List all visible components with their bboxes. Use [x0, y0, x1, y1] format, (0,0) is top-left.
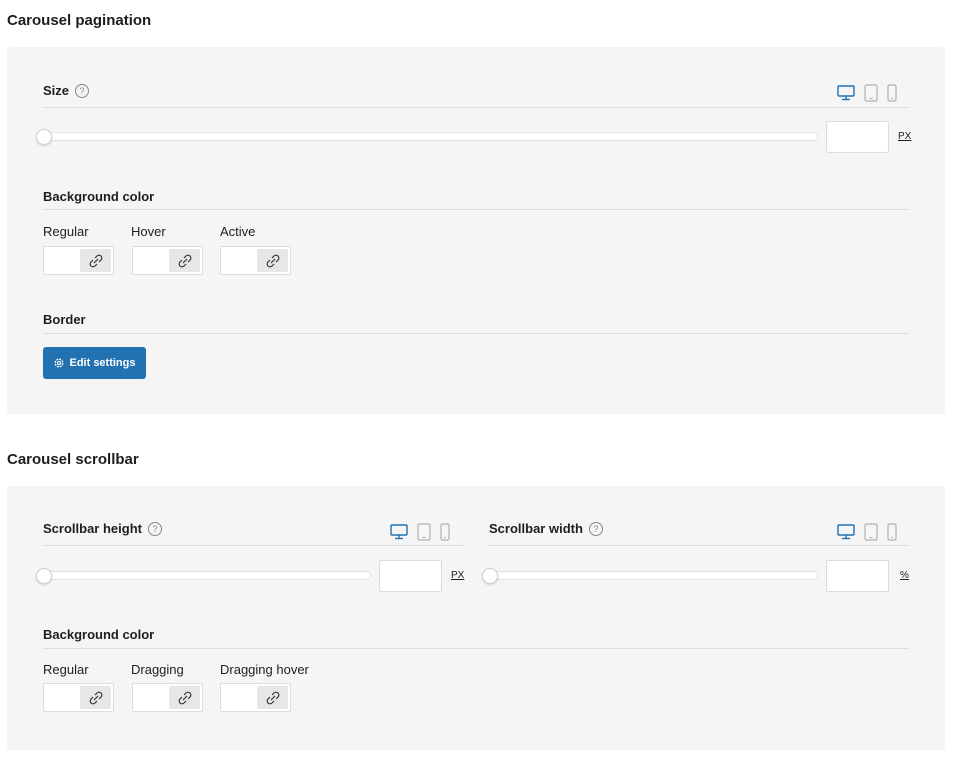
bg-dragging-hover-label: Dragging hover — [220, 662, 309, 677]
desktop-icon[interactable] — [837, 524, 855, 540]
tablet-icon[interactable] — [864, 523, 878, 541]
scrollbar-width-device-switcher — [837, 523, 897, 541]
size-label: Size ? — [43, 83, 90, 98]
scrollbar-height-input[interactable] — [379, 560, 442, 592]
gear-icon — [55, 358, 64, 368]
scrollbar-height-device-switcher — [390, 523, 450, 541]
size-unit[interactable]: PX — [898, 131, 911, 142]
scrollbar-width-input[interactable] — [826, 560, 889, 592]
link-icon — [178, 254, 191, 267]
mobile-icon[interactable] — [887, 84, 897, 102]
edit-settings-label: Edit settings — [69, 357, 136, 369]
bg-dragging-hover-link-button[interactable] — [257, 686, 288, 709]
scrollbar-height-slider-track[interactable] — [43, 571, 371, 580]
tablet-icon[interactable] — [864, 84, 878, 102]
scrollbar-height-slider-thumb[interactable] — [36, 568, 52, 584]
bg-regular-link-button[interactable] — [80, 686, 111, 709]
divider — [43, 107, 909, 108]
divider — [489, 545, 909, 546]
bg-hover-link-button[interactable] — [169, 249, 200, 272]
bg-regular-label: Regular — [43, 662, 89, 677]
pagination-bg-label: Background color — [43, 189, 155, 204]
help-icon[interactable]: ? — [75, 83, 90, 98]
desktop-icon[interactable] — [837, 85, 855, 101]
size-slider-track[interactable] — [43, 132, 818, 141]
bg-active-swatch[interactable] — [220, 246, 291, 275]
bg-hover-label: Hover — [131, 224, 166, 239]
scrollbar-width-label-text: Scrollbar width — [489, 521, 583, 536]
scrollbar-bg-label: Background color — [43, 627, 155, 642]
scrollbar-height-unit[interactable]: PX — [451, 570, 464, 581]
pagination-panel: Size ? PX Background color Regular Hover… — [7, 47, 945, 414]
link-icon — [89, 691, 102, 704]
bg-regular-swatch[interactable] — [43, 246, 114, 275]
divider — [43, 648, 909, 649]
scrollbar-height-label-text: Scrollbar height — [43, 521, 142, 536]
divider — [43, 545, 463, 546]
bg-dragging-hover-swatch[interactable] — [220, 683, 291, 712]
scrollbar-width-slider-track[interactable] — [489, 571, 818, 580]
desktop-icon[interactable] — [390, 524, 408, 540]
pagination-section-title: Carousel pagination — [7, 12, 152, 29]
help-icon[interactable]: ? — [588, 521, 603, 536]
scrollbar-width-unit[interactable]: % — [900, 570, 909, 581]
bg-regular-link-button[interactable] — [80, 249, 111, 272]
tablet-icon[interactable] — [417, 523, 431, 541]
bg-regular-swatch[interactable] — [43, 683, 114, 712]
help-icon[interactable]: ? — [147, 521, 162, 536]
bg-dragging-link-button[interactable] — [169, 686, 200, 709]
mobile-icon[interactable] — [440, 523, 450, 541]
link-icon — [266, 691, 279, 704]
bg-active-label: Active — [220, 224, 256, 239]
size-label-text: Size — [43, 83, 70, 98]
scrollbar-panel: Scrollbar height ? PX Scrollbar width ? … — [7, 486, 945, 750]
border-label: Border — [43, 312, 86, 327]
divider — [43, 209, 909, 210]
mobile-icon[interactable] — [887, 523, 897, 541]
edit-settings-button[interactable]: Edit settings — [43, 347, 146, 379]
bg-active-link-button[interactable] — [257, 249, 288, 272]
scrollbar-height-label: Scrollbar height ? — [43, 521, 162, 536]
divider — [43, 333, 909, 334]
bg-regular-label: Regular — [43, 224, 89, 239]
size-input[interactable] — [826, 121, 889, 153]
link-icon — [89, 254, 102, 267]
link-icon — [266, 254, 279, 267]
bg-hover-swatch[interactable] — [132, 246, 203, 275]
scrollbar-width-slider-thumb[interactable] — [482, 568, 498, 584]
size-device-switcher — [837, 84, 897, 102]
link-icon — [178, 691, 191, 704]
size-slider-thumb[interactable] — [36, 129, 52, 145]
bg-dragging-swatch[interactable] — [132, 683, 203, 712]
bg-dragging-label: Dragging — [131, 662, 184, 677]
scrollbar-width-label: Scrollbar width ? — [489, 521, 603, 536]
scrollbar-section-title: Carousel scrollbar — [7, 451, 139, 468]
